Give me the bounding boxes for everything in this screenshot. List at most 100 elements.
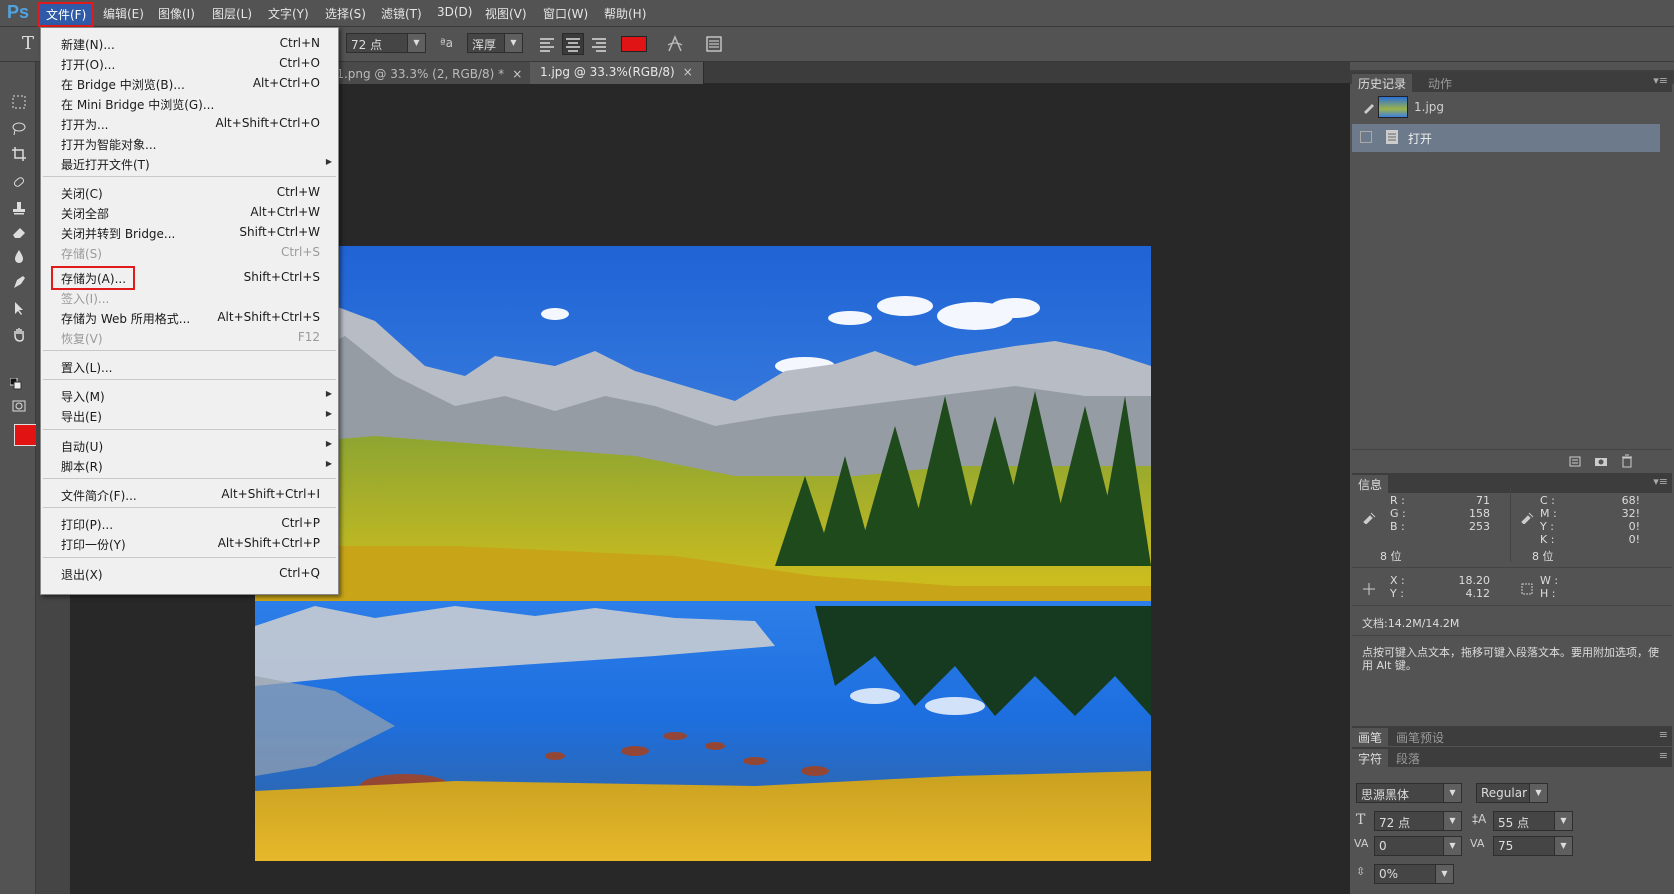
pen-icon[interactable]: [9, 272, 29, 292]
tab-brush[interactable]: 画笔: [1352, 728, 1389, 746]
crop-icon[interactable]: [9, 144, 29, 164]
file-menu-item[interactable]: 导入(M) ▶: [41, 386, 338, 406]
close-icon[interactable]: ×: [512, 67, 522, 81]
blur-icon[interactable]: [9, 246, 29, 266]
file-menu-item[interactable]: 在 Bridge 中浏览(B)... Alt+Ctrl+O: [41, 74, 338, 94]
stamp-icon[interactable]: [9, 198, 29, 218]
scale-field[interactable]: 0% ▼: [1374, 864, 1454, 884]
align-left-icon[interactable]: [538, 35, 556, 53]
trash-icon[interactable]: [1620, 454, 1634, 471]
file-menu-item[interactable]: 最近打开文件(T) ▶: [41, 154, 338, 174]
file-menu-item[interactable]: 脚本(R) ▶: [41, 456, 338, 476]
file-menu-item[interactable]: 自动(U) ▶: [41, 436, 338, 456]
tab-paragraph[interactable]: 段落: [1390, 749, 1426, 767]
brush-source-icon[interactable]: [1362, 100, 1376, 117]
file-menu-item[interactable]: 退出(X) Ctrl+Q: [41, 564, 338, 584]
tab-actions[interactable]: 动作: [1422, 74, 1458, 92]
info-bits-left: 8 位: [1380, 550, 1402, 563]
tab-info[interactable]: 信息: [1352, 475, 1389, 493]
eraser-icon[interactable]: [9, 222, 29, 242]
menu-3d[interactable]: 3D(D): [437, 5, 472, 19]
file-menu-item[interactable]: 打开为智能对象...: [41, 134, 338, 154]
type-tool-icon[interactable]: T: [22, 33, 34, 54]
info-hint-text: 点按可键入点文本，拖移可键入段落文本。要用附加选项，使用 Alt 键。: [1362, 646, 1659, 672]
menu-item-shortcut: Ctrl+Q: [279, 566, 320, 580]
menu-item-shortcut: Ctrl+O: [279, 56, 320, 70]
tab-doc-2[interactable]: 1.jpg @ 33.3%(RGB/8) ×: [530, 62, 704, 84]
panel-menu-icon[interactable]: ▾≡: [1653, 74, 1668, 87]
align-center-icon[interactable]: [562, 33, 584, 55]
char-size-field[interactable]: 72 点 ▼: [1374, 811, 1462, 831]
file-menu-item[interactable]: 置入(L)...: [41, 357, 338, 377]
menu-image[interactable]: 图像(I): [158, 5, 195, 22]
tab-doc-1[interactable]: 题-1.png @ 33.3% (2, RGB/8) * ×: [310, 62, 534, 84]
leading-field[interactable]: 55 点 ▼: [1493, 811, 1573, 831]
document-canvas[interactable]: [255, 246, 1151, 861]
file-menu-item[interactable]: 打印(P)... Ctrl+P: [41, 514, 338, 534]
panel-menu-icon[interactable]: ▾≡: [1653, 475, 1668, 488]
font-size-select[interactable]: 72 点 ▼: [346, 33, 426, 53]
file-menu-item[interactable]: 文件简介(F)... Alt+Shift+Ctrl+I: [41, 485, 338, 505]
menu-item-label: 打印(P)...: [61, 518, 114, 532]
antialias-select[interactable]: 浑厚 ▼: [467, 33, 523, 53]
camera-icon[interactable]: [1594, 454, 1608, 471]
file-menu-item[interactable]: 新建(N)... Ctrl+N: [41, 34, 338, 54]
info-b-label: B :: [1390, 520, 1405, 533]
kerning-value: 0: [1379, 839, 1387, 853]
align-right-icon[interactable]: [590, 35, 608, 53]
quick-mask-icon[interactable]: [9, 396, 29, 416]
menu-edit[interactable]: 编辑(E): [103, 5, 144, 22]
history-source-checkbox[interactable]: [1360, 131, 1372, 143]
history-snapshot[interactable]: 1.jpg: [1352, 94, 1660, 122]
leading-icon: ‡A: [1472, 812, 1487, 826]
menu-layer[interactable]: 图层(L): [212, 5, 252, 22]
chevron-down-icon: ▼: [1443, 812, 1461, 830]
tracking-field[interactable]: 75 ▼: [1493, 836, 1573, 856]
file-menu-item[interactable]: 存储为 Web 所用格式... Alt+Shift+Ctrl+S: [41, 308, 338, 328]
kerning-field[interactable]: 0 ▼: [1374, 836, 1462, 856]
history-step[interactable]: 打开: [1352, 124, 1660, 152]
file-menu-item[interactable]: 关闭并转到 Bridge... Shift+Ctrl+W: [41, 223, 338, 243]
file-menu-item[interactable]: 关闭全部 Alt+Ctrl+W: [41, 203, 338, 223]
info-doc-size: 文档:14.2M/14.2M: [1362, 617, 1460, 630]
menu-item-label: 存储为 Web 所用格式...: [61, 312, 191, 326]
font-family-select[interactable]: 思源黑体 ▼: [1356, 783, 1462, 803]
font-style-select[interactable]: Regular ▼: [1476, 783, 1548, 803]
menu-filter[interactable]: 滤镜(T): [381, 5, 422, 22]
close-icon[interactable]: ×: [683, 65, 693, 79]
tab-history[interactable]: 历史记录: [1352, 74, 1413, 92]
file-menu-item[interactable]: 导出(E) ▶: [41, 406, 338, 426]
file-menu-item[interactable]: 打开(O)... Ctrl+O: [41, 54, 338, 74]
file-menu-item[interactable]: 打印一份(Y) Alt+Shift+Ctrl+P: [41, 534, 338, 554]
menu-item-label: 打开为...: [61, 118, 109, 132]
warp-text-icon[interactable]: [665, 33, 685, 55]
menu-help[interactable]: 帮助(H): [604, 5, 646, 22]
panels-toggle-icon[interactable]: [705, 35, 723, 53]
path-selection-icon[interactable]: [9, 298, 29, 318]
menu-separator: [43, 350, 336, 351]
file-menu-item[interactable]: 在 Mini Bridge 中浏览(G)...: [41, 94, 338, 114]
tab-character[interactable]: 字符: [1352, 749, 1389, 767]
menu-file[interactable]: 文件(F): [38, 2, 95, 27]
text-color-swatch[interactable]: [621, 36, 647, 52]
foreground-color-swatch[interactable]: [14, 424, 38, 446]
info-y2-label: Y :: [1390, 587, 1404, 600]
file-menu-item[interactable]: 打开为... Alt+Shift+Ctrl+O: [41, 114, 338, 134]
panel-menu-icon[interactable]: ≡: [1659, 749, 1668, 762]
new-document-from-state-icon[interactable]: [1568, 454, 1582, 471]
hand-icon[interactable]: [9, 324, 29, 344]
info-r-value: 71: [1476, 494, 1490, 507]
lasso-icon[interactable]: [9, 118, 29, 138]
default-colors-icon[interactable]: [10, 378, 22, 390]
healing-brush-icon[interactable]: [9, 172, 29, 192]
menu-select[interactable]: 选择(S): [325, 5, 366, 22]
tab-brush-presets[interactable]: 画笔预设: [1390, 728, 1450, 746]
marquee-icon[interactable]: [9, 92, 29, 112]
file-menu-item[interactable]: 关闭(C) Ctrl+W: [41, 183, 338, 203]
menu-type[interactable]: 文字(Y): [268, 5, 309, 22]
document-icon: [1384, 129, 1400, 148]
menu-view[interactable]: 视图(V): [485, 5, 527, 22]
menu-window[interactable]: 窗口(W): [543, 5, 588, 22]
panel-menu-icon[interactable]: ≡: [1659, 728, 1668, 741]
info-m-label: M :: [1540, 507, 1557, 520]
